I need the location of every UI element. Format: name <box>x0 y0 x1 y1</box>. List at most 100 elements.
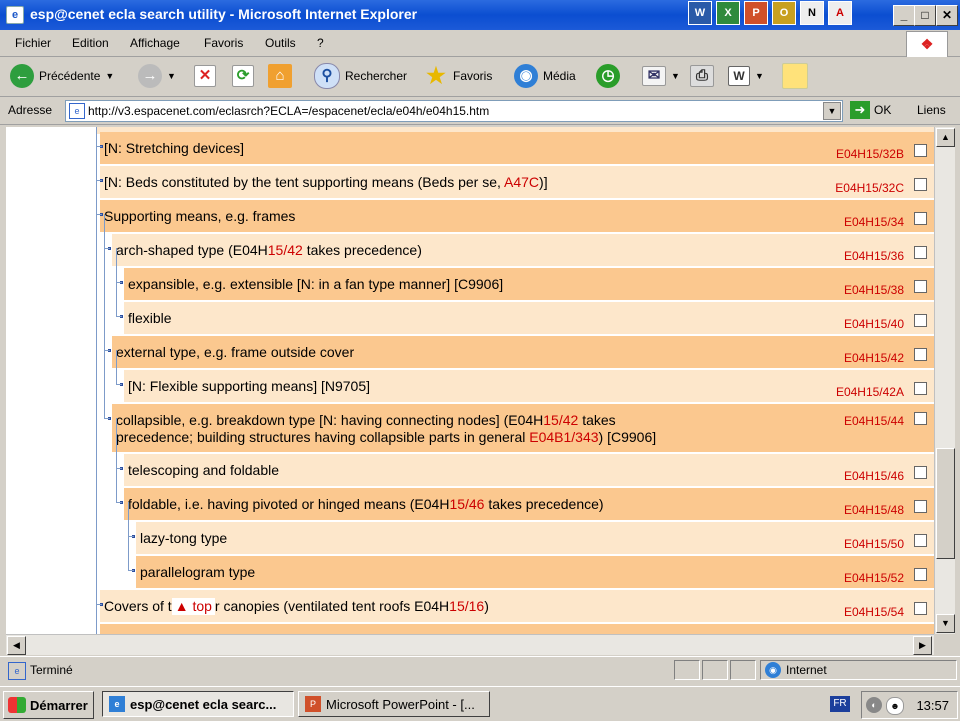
cross-reference-link[interactable]: 15/46 <box>449 496 484 512</box>
tree-row[interactable]: external type, e.g. frame outside cover E… <box>6 335 934 369</box>
tree-row[interactable]: flexible E04H15/40 <box>6 301 934 335</box>
tree-row[interactable]: lazy-tong type E04H15/50 <box>6 521 934 555</box>
select-checkbox[interactable] <box>914 534 927 547</box>
dropdown-arrow-icon[interactable]: ▼ <box>755 71 764 81</box>
home-button[interactable]: ⌂ <box>268 63 292 89</box>
select-checkbox[interactable] <box>914 568 927 581</box>
tree-row[interactable]: parallelogram type E04H15/52 <box>6 555 934 589</box>
media-button[interactable]: ◉ Média <box>514 63 576 89</box>
tree-row[interactable]: Covers of t ▲ top r canopies (ventilated t… <box>6 589 934 623</box>
menu-edition[interactable]: Edition <box>72 36 109 50</box>
cross-reference-link[interactable]: E04B1/343 <box>529 429 598 445</box>
tree-row[interactable]: arch-shaped type (E04H15/42 takes preced… <box>6 233 934 267</box>
print-button[interactable]: ⎙ <box>690 63 714 89</box>
cross-reference-link[interactable]: 15/16 <box>449 598 484 614</box>
classification-code[interactable]: E04H15/32B <box>836 147 904 161</box>
menu-outils[interactable]: Outils <box>265 36 296 50</box>
address-input[interactable]: e http://v3.espacenet.com/eclasrch?ECLA=… <box>65 100 843 122</box>
cross-reference-link[interactable]: 15/42 <box>543 412 578 428</box>
network-icon[interactable]: ◐ <box>866 697 882 713</box>
classification-code[interactable]: E04H15/44 <box>844 414 904 428</box>
search-button[interactable]: ⚲ Rechercher <box>314 63 407 89</box>
favorites-button[interactable]: ★ Favoris <box>424 63 492 89</box>
classification-code[interactable]: E04H15/42 <box>844 351 904 365</box>
tree-row[interactable]: foldable, i.e. having pivoted or hinged … <box>6 487 934 521</box>
scroll-left-icon[interactable]: ◀ <box>7 636 26 655</box>
menu-fichier[interactable]: Fichier <box>15 36 51 50</box>
scroll-thumb[interactable] <box>936 448 955 559</box>
select-checkbox[interactable] <box>914 500 927 513</box>
address-dropdown-icon[interactable]: ▼ <box>823 102 841 120</box>
dropdown-arrow-icon[interactable]: ▼ <box>671 71 680 81</box>
menu-affichage[interactable]: Affichage <box>130 36 180 50</box>
tree-row[interactable]: [N: Beds constituted by the tent support… <box>6 165 934 199</box>
title-bar[interactable]: e esp@cenet ecla search utility - Micros… <box>0 0 960 30</box>
classification-code[interactable]: E04H15/54 <box>844 605 904 619</box>
tree-row[interactable]: [N: Flexible supporting means] [N9705] E0… <box>6 369 934 403</box>
select-checkbox[interactable] <box>914 144 927 157</box>
back-button[interactable]: ← Précédente ▼ <box>10 63 114 89</box>
outlook-icon[interactable]: O <box>772 1 796 25</box>
panda-icon[interactable]: ☻ <box>886 697 904 715</box>
select-checkbox[interactable] <box>914 382 927 395</box>
forward-button[interactable]: → ▼ <box>138 63 176 89</box>
language-indicator[interactable]: FR <box>830 696 850 712</box>
select-checkbox[interactable] <box>914 280 927 293</box>
scroll-down-icon[interactable]: ▼ <box>936 614 955 633</box>
maximize-button[interactable]: □ <box>914 5 936 26</box>
classification-code[interactable]: E04H15/52 <box>844 571 904 585</box>
word-icon[interactable]: W <box>688 1 712 25</box>
powerpoint-icon[interactable]: P <box>744 1 768 25</box>
scroll-right-icon[interactable]: ▶ <box>913 636 932 655</box>
go-button[interactable]: ➜ OK <box>850 101 891 119</box>
back-to-top-link[interactable]: ▲ top <box>171 598 215 615</box>
stop-button[interactable]: ✕ <box>194 63 216 89</box>
select-checkbox[interactable] <box>914 212 927 225</box>
select-checkbox[interactable] <box>914 412 927 425</box>
notes-button[interactable] <box>782 63 808 89</box>
refresh-button[interactable]: ⟳ <box>232 63 254 89</box>
select-checkbox[interactable] <box>914 466 927 479</box>
classification-code[interactable]: E04H15/36 <box>844 249 904 263</box>
cross-reference-link[interactable]: 15/42 <box>268 242 303 258</box>
acrobat-icon[interactable]: A <box>828 1 852 25</box>
classification-code[interactable]: E04H15/32C <box>835 181 904 195</box>
tree-row[interactable]: collapsible, e.g. breakdown type [N: hav… <box>6 403 934 453</box>
tree-row[interactable]: expansible, e.g. extensible [N: in a fan… <box>6 267 934 301</box>
notepad-icon[interactable]: N <box>800 1 824 25</box>
task-ie[interactable]: e esp@cenet ecla searc... <box>102 691 294 717</box>
edit-button[interactable]: W ▼ <box>728 63 764 89</box>
select-checkbox[interactable] <box>914 314 927 327</box>
classification-code[interactable]: E04H15/46 <box>844 469 904 483</box>
minimize-button[interactable]: _ <box>893 5 915 26</box>
dropdown-arrow-icon[interactable]: ▼ <box>167 71 176 81</box>
horizontal-scrollbar[interactable]: ◀ ▶ <box>6 634 934 655</box>
select-checkbox[interactable] <box>914 602 927 615</box>
classification-code[interactable]: E04H15/38 <box>844 283 904 297</box>
classification-code[interactable]: E04H15/50 <box>844 537 904 551</box>
menu-favoris[interactable]: Favoris <box>204 36 243 50</box>
address-url[interactable]: http://v3.espacenet.com/eclasrch?ECLA=/e… <box>88 104 489 118</box>
tree-row[interactable]: [N: Stretching devices] E04H15/32B <box>6 131 934 165</box>
close-button[interactable]: ✕ <box>936 5 958 26</box>
tree-row[interactable]: telescoping and foldable E04H15/46 <box>6 453 934 487</box>
cross-reference-link[interactable]: A47C <box>504 174 539 190</box>
mail-button[interactable]: ✉ ▼ <box>642 63 680 89</box>
classification-code[interactable]: E04H15/42A <box>836 385 904 399</box>
scroll-up-icon[interactable]: ▲ <box>936 128 955 147</box>
menu-help[interactable]: ? <box>317 36 324 50</box>
dropdown-arrow-icon[interactable]: ▼ <box>105 71 114 81</box>
tree-row[interactable]: Supporting means, e.g. frames E04H15/34 <box>6 199 934 233</box>
links-button[interactable]: Liens <box>917 103 946 117</box>
tree-row[interactable]: Floors <box>6 623 934 634</box>
task-powerpoint[interactable]: P Microsoft PowerPoint - [... <box>298 691 490 717</box>
select-checkbox[interactable] <box>914 348 927 361</box>
vertical-scrollbar[interactable]: ▲ ▼ <box>934 127 955 634</box>
history-button[interactable]: ◷ <box>596 63 620 89</box>
excel-icon[interactable]: X <box>716 1 740 25</box>
select-checkbox[interactable] <box>914 178 927 191</box>
select-checkbox[interactable] <box>914 246 927 259</box>
classification-code[interactable]: E04H15/34 <box>844 215 904 229</box>
classification-code[interactable]: E04H15/40 <box>844 317 904 331</box>
classification-code[interactable]: E04H15/48 <box>844 503 904 517</box>
